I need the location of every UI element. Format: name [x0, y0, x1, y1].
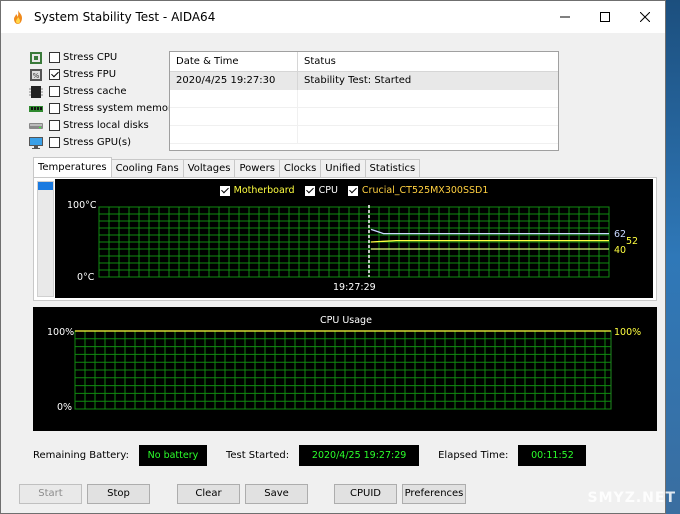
- legend-ssd-checkbox[interactable]: [347, 185, 358, 196]
- sensor-tabs: Temperatures Cooling Fans Voltages Power…: [33, 157, 421, 177]
- stress-disks-label: Stress local disks: [63, 120, 149, 131]
- tab-powers[interactable]: Powers: [234, 159, 280, 177]
- status-row: Remaining Battery: No battery Test Start…: [33, 445, 587, 466]
- battery-value: No battery: [138, 445, 207, 466]
- stress-cache-label: Stress cache: [63, 86, 127, 97]
- legend-cpu-label: CPU: [318, 185, 338, 196]
- window-title: System Stability Test - AIDA64: [34, 10, 216, 24]
- title-bar[interactable]: System Stability Test - AIDA64: [1, 1, 665, 33]
- temperature-plot: [98, 205, 610, 278]
- preferences-button[interactable]: Preferences: [402, 484, 466, 504]
- legend-ssd[interactable]: Crucial_CT525MX300SSD1: [347, 185, 489, 196]
- stress-cache-option[interactable]: Stress cache: [29, 83, 178, 100]
- stress-fpu-checkbox[interactable]: [49, 69, 60, 80]
- cpu-current-value: 100%: [614, 327, 642, 338]
- cpu-chip-icon: [30, 51, 42, 64]
- desktop-background: [666, 0, 680, 514]
- log-empty-row: [170, 126, 558, 144]
- close-button[interactable]: [625, 1, 665, 33]
- temp-series-line-0: [370, 228, 609, 235]
- stress-gpu-checkbox[interactable]: [49, 137, 60, 148]
- tab-unified[interactable]: Unified: [320, 159, 366, 177]
- stress-cpu-label: Stress CPU: [63, 52, 118, 63]
- stress-disks-option[interactable]: Stress local disks: [29, 117, 178, 134]
- test-started-label: Test Started:: [225, 450, 290, 461]
- legend-ssd-label: Crucial_CT525MX300SSD1: [361, 185, 489, 196]
- cpu-usage-graph: CPU Usage 100% 0% 100%: [33, 307, 657, 431]
- stress-fpu-option[interactable]: % Stress FPU: [29, 66, 178, 83]
- cpu-y-max-label: 100%: [47, 327, 75, 338]
- save-button[interactable]: Save: [245, 484, 308, 504]
- tab-temperatures[interactable]: Temperatures: [33, 157, 112, 177]
- stress-gpu-option[interactable]: Stress GPU(s): [29, 134, 178, 151]
- temperature-graph: Motherboard CPU Crucial_CT525MX300SSD1 1…: [55, 179, 653, 298]
- stress-memory-checkbox[interactable]: [49, 103, 60, 114]
- motherboard-temp-value: 52: [626, 236, 639, 247]
- tab-voltages[interactable]: Voltages: [182, 159, 236, 177]
- clear-button[interactable]: Clear: [177, 484, 240, 504]
- fpu-chip-icon: %: [30, 68, 42, 81]
- stress-cache-checkbox[interactable]: [49, 86, 60, 97]
- log-empty-row: [170, 90, 558, 108]
- close-icon: [640, 12, 650, 22]
- start-button[interactable]: Start: [19, 484, 82, 504]
- minimize-icon: [560, 16, 570, 18]
- log-cell-datetime: 2020/4/25 19:27:30: [170, 72, 298, 90]
- log-cell-status: Stability Test: Started: [304, 75, 412, 86]
- cpuid-button[interactable]: CPUID: [334, 484, 397, 504]
- minimize-button[interactable]: [545, 1, 585, 33]
- log-header-row: Date & Time Status: [170, 52, 558, 72]
- maximize-button[interactable]: [585, 1, 625, 33]
- stress-cpu-option[interactable]: Stress CPU: [29, 49, 178, 66]
- cache-chip-icon: [29, 85, 43, 98]
- temp-y-min-label: 0°C: [77, 272, 95, 283]
- legend-cpu[interactable]: CPU: [304, 185, 338, 196]
- temp-marker-time: 19:27:29: [333, 282, 376, 293]
- cpu-graph-title: CPU Usage: [320, 315, 372, 326]
- flame-icon: [14, 10, 22, 24]
- stop-button[interactable]: Stop: [87, 484, 150, 504]
- log-header-datetime[interactable]: Date & Time: [170, 52, 298, 71]
- tab-statistics[interactable]: Statistics: [364, 159, 421, 177]
- watermark-logo: SMYZ.NET: [587, 490, 676, 506]
- graph-scrollbar[interactable]: [37, 181, 54, 297]
- tab-cooling-fans[interactable]: Cooling Fans: [110, 159, 184, 177]
- stress-memory-option[interactable]: Stress system memory: [29, 100, 178, 117]
- temperature-legend: Motherboard CPU Crucial_CT525MX300SSD1: [55, 185, 653, 196]
- stability-test-window: System Stability Test - AIDA64 Stress CP…: [0, 0, 666, 514]
- cpu-y-min-label: 0%: [57, 402, 73, 413]
- maximize-icon: [600, 12, 610, 22]
- battery-label: Remaining Battery:: [33, 450, 129, 461]
- tab-clocks[interactable]: Clocks: [278, 159, 322, 177]
- disk-drive-icon: [29, 122, 43, 129]
- elapsed-time-value: 00:11:52: [518, 445, 587, 466]
- stress-cpu-checkbox[interactable]: [49, 52, 60, 63]
- legend-motherboard[interactable]: Motherboard: [219, 185, 295, 196]
- cpu-temp-value: 62: [614, 229, 627, 240]
- legend-motherboard-checkbox[interactable]: [219, 185, 230, 196]
- log-empty-row: [170, 108, 558, 126]
- scrollbar-thumb[interactable]: [38, 182, 53, 190]
- legend-motherboard-label: Motherboard: [233, 185, 295, 196]
- svg-text:%: %: [33, 72, 40, 80]
- legend-cpu-checkbox[interactable]: [304, 185, 315, 196]
- stress-options: Stress CPU % Stress FPU Stress cache Str…: [29, 49, 178, 151]
- temp-y-max-label: 100°C: [67, 200, 97, 211]
- table-row[interactable]: 2020/4/25 19:27:30 Stability Test: Start…: [170, 72, 558, 90]
- test-started-value: 2020/4/25 19:27:29: [299, 445, 420, 466]
- ssd-temp-value: 40: [614, 245, 627, 256]
- elapsed-time-label: Elapsed Time:: [438, 450, 509, 461]
- gpu-monitor-icon: [29, 136, 43, 149]
- stress-disks-checkbox[interactable]: [49, 120, 60, 131]
- stress-fpu-label: Stress FPU: [63, 69, 117, 80]
- memory-stick-icon: [29, 105, 43, 112]
- stress-memory-label: Stress system memory: [63, 103, 179, 114]
- log-header-status[interactable]: Status: [298, 52, 558, 71]
- event-log-table[interactable]: Date & Time Status 2020/4/25 19:27:30 St…: [169, 51, 559, 151]
- stress-gpu-label: Stress GPU(s): [63, 137, 132, 148]
